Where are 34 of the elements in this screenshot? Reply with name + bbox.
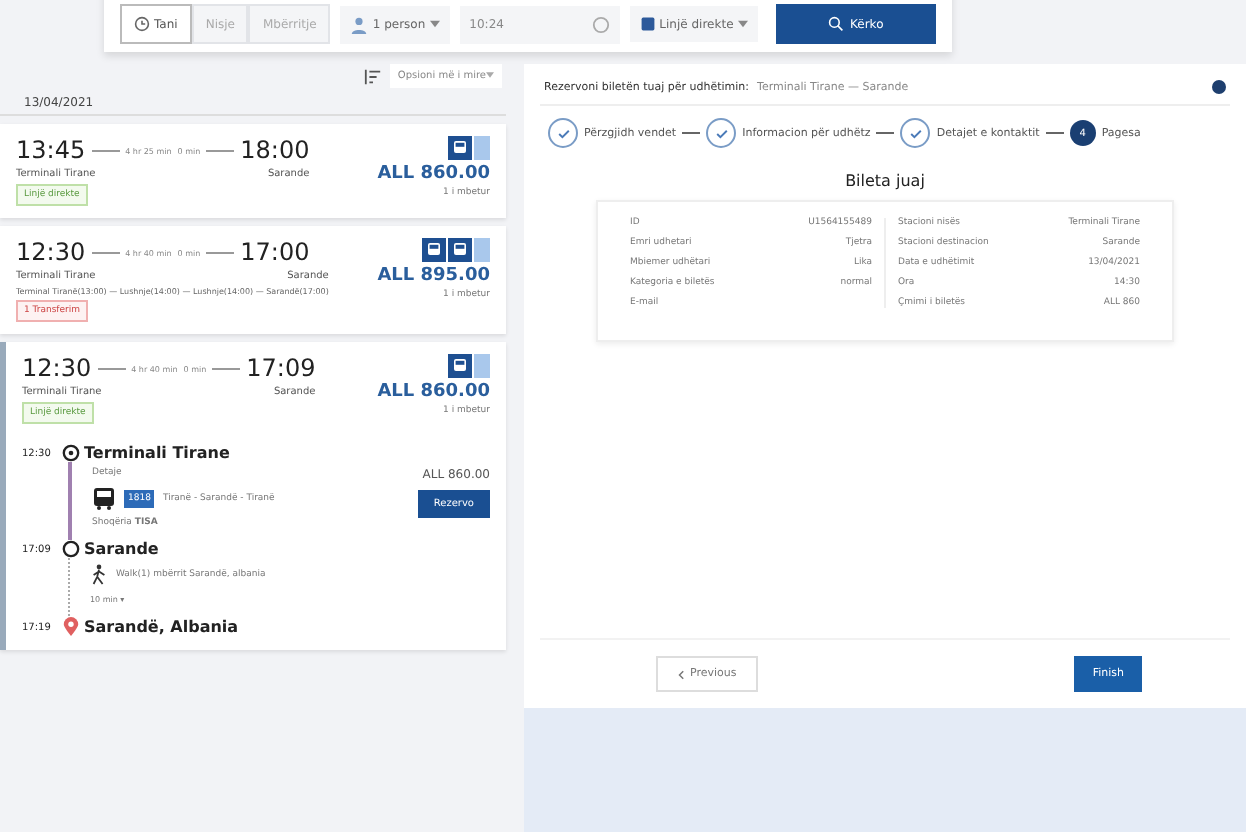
bus-icon xyxy=(448,238,472,262)
price-text: ALL 860.00 xyxy=(377,382,490,402)
caret-icon xyxy=(486,72,494,78)
arrival-time: 17:00 xyxy=(240,238,310,266)
bus-icon xyxy=(639,16,656,32)
bus-icon xyxy=(422,238,446,262)
stop-name: Sarandë, Albania xyxy=(84,618,239,636)
close-icon[interactable] xyxy=(1212,80,1226,94)
location-pin-icon xyxy=(62,616,80,638)
departure-time: 12:30 xyxy=(16,238,86,266)
price-text: ALL 895.00 xyxy=(377,266,490,286)
search-icon xyxy=(828,16,845,32)
trip-card[interactable] xyxy=(0,342,506,650)
clock-icon xyxy=(591,15,610,33)
stop-name: Sarande xyxy=(84,540,159,558)
stop-marker-icon xyxy=(62,540,80,558)
price-text: ALL 860.00 xyxy=(377,164,490,184)
arrival-time: 17:09 xyxy=(246,354,316,382)
person-icon xyxy=(350,15,369,33)
origin-marker-icon xyxy=(62,444,80,462)
chevron-left-icon xyxy=(678,669,684,679)
sort-icon xyxy=(363,67,382,85)
bus-icon xyxy=(92,486,116,510)
stop-name: Terminali Tirane xyxy=(84,444,230,462)
departure-time: 13:45 xyxy=(16,136,86,164)
caret-icon xyxy=(429,20,440,28)
clock-icon xyxy=(134,16,150,32)
walking-person-icon xyxy=(90,564,108,586)
arrival-time: 18:00 xyxy=(240,136,310,164)
bus-icon xyxy=(448,136,472,160)
caret-icon xyxy=(737,20,748,28)
ticket-title: Bileta juaj xyxy=(843,172,927,190)
bus-icon xyxy=(448,354,472,378)
departure-time: 12:30 xyxy=(22,354,92,382)
